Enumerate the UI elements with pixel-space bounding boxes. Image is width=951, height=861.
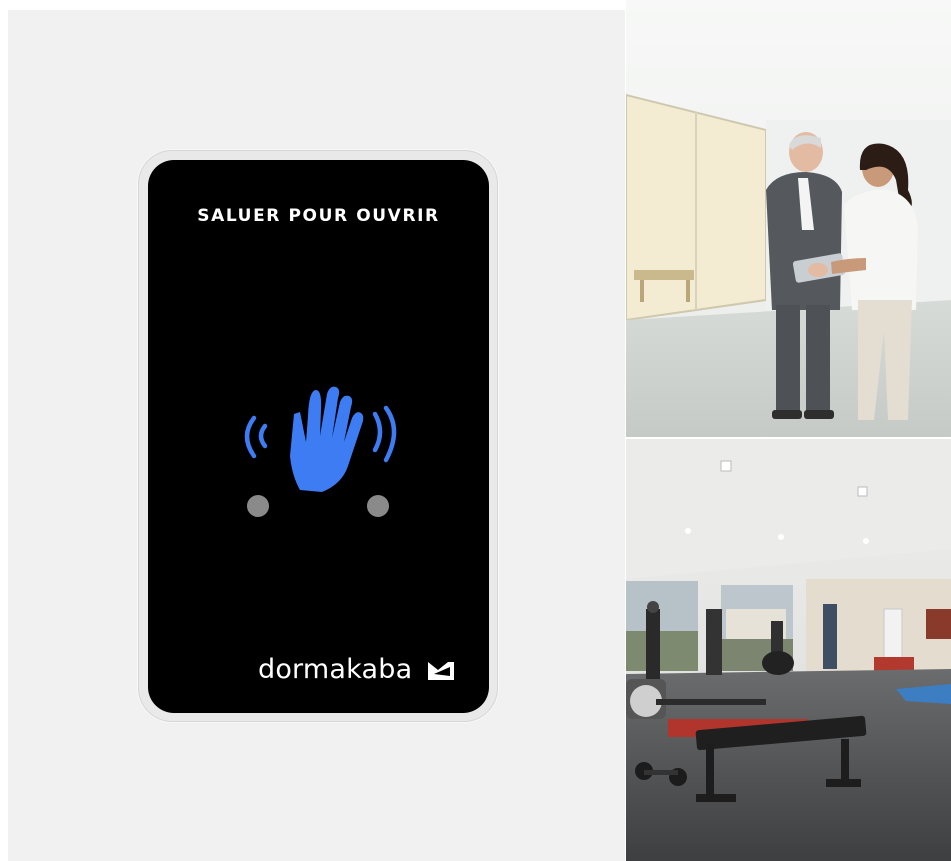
- device-title: SALUER POUR OUVRIR: [197, 206, 440, 226]
- status-led-right: [367, 495, 389, 517]
- office-photo: [626, 0, 951, 437]
- gym-photo: [626, 439, 951, 861]
- brand-logo-text: dormakaba: [258, 654, 413, 685]
- status-led-left: [247, 495, 269, 517]
- brand-logo-mark: [428, 662, 454, 680]
- waving-hand-icon: [244, 386, 397, 492]
